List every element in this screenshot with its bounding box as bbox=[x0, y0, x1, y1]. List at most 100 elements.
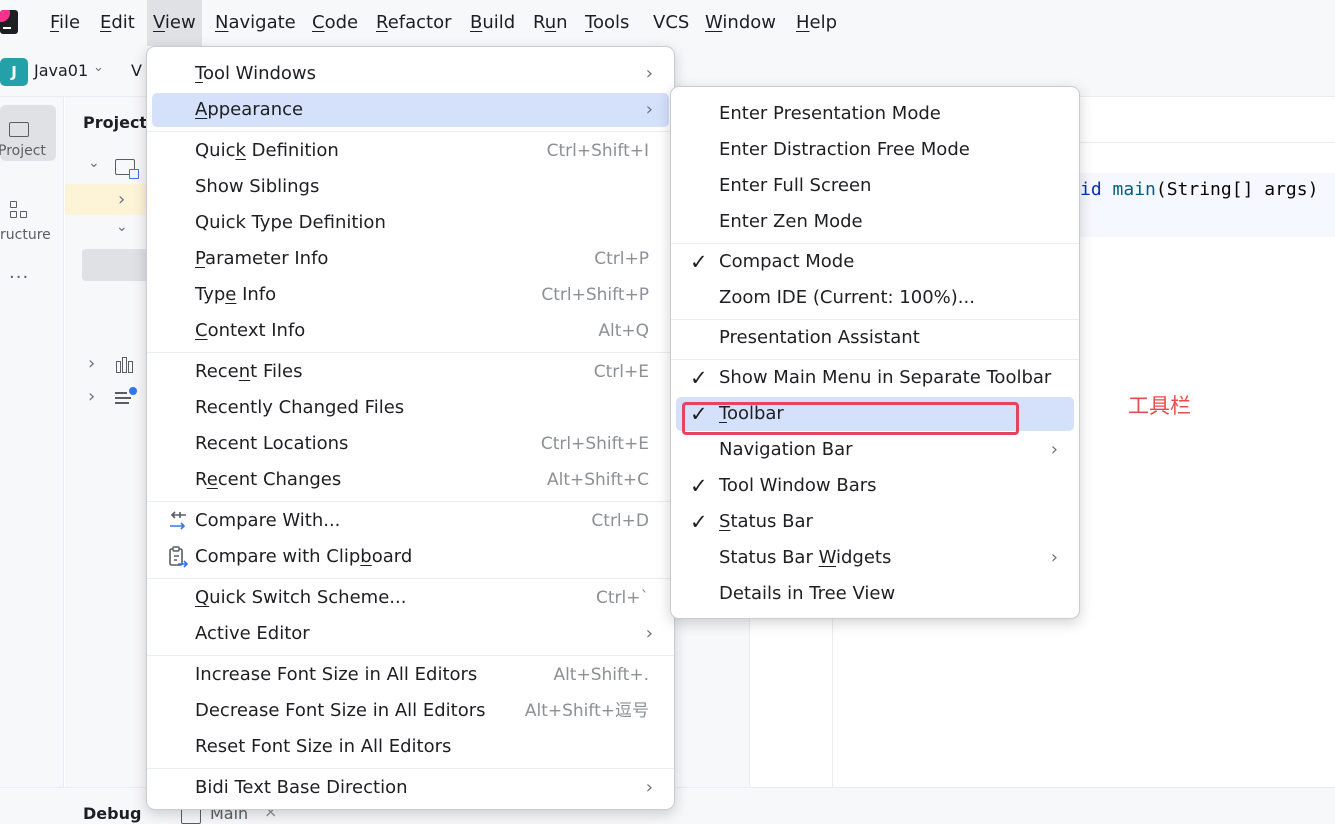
menu-edit[interactable]: Edit bbox=[94, 0, 141, 46]
view-menu-popup: Tool Windows › Appearance › Quick Definition… bbox=[146, 46, 675, 810]
menu-item-enter-distraction-free-mode[interactable]: Enter Distraction Free Mode bbox=[676, 133, 1074, 167]
stripe-label-project: Project bbox=[0, 143, 46, 159]
shortcut-hint: Ctrl+P bbox=[594, 249, 649, 269]
menu-item-label: Details in Tree View bbox=[719, 583, 896, 604]
stripe-label-structure[interactable]: ructure bbox=[0, 227, 51, 243]
clipboard-compare-icon bbox=[166, 546, 190, 568]
menu-item-compare-with[interactable]: Compare With... Ctrl+D bbox=[152, 504, 669, 538]
menu-item-compact-mode[interactable]: ✓ Compact Mode bbox=[676, 245, 1074, 279]
external-libraries-icon bbox=[116, 357, 136, 373]
tool-window-stripe: Project ructure ··· bbox=[0, 97, 64, 824]
menu-item-recent-changes[interactable]: Recent Changes Alt+Shift+C bbox=[152, 463, 669, 497]
vcs-widget[interactable]: V bbox=[131, 61, 142, 80]
menu-separator bbox=[147, 131, 674, 132]
menu-item-label: Enter Presentation Mode bbox=[719, 103, 941, 124]
menu-item-label: Enter Zen Mode bbox=[719, 211, 863, 232]
menu-item-appearance[interactable]: Appearance › bbox=[152, 93, 669, 127]
menu-item-label: Quick Switch Scheme... bbox=[195, 587, 407, 608]
menu-item-label: Compare with Clipboard bbox=[195, 546, 413, 567]
code-keyword: id bbox=[1080, 179, 1113, 200]
menu-build[interactable]: Build bbox=[464, 0, 521, 46]
menu-item-enter-presentation-mode[interactable]: Enter Presentation Mode bbox=[676, 97, 1074, 131]
menu-item-tool-windows[interactable]: Tool Windows › bbox=[152, 57, 669, 91]
menu-item-compare-with-clipboard[interactable]: Compare with Clipboard bbox=[152, 540, 669, 574]
tree-collapse-icon[interactable]: › bbox=[88, 353, 95, 374]
tree-collapse-icon[interactable]: › bbox=[88, 386, 95, 407]
menu-item-navigation-bar[interactable]: Navigation Bar › bbox=[676, 433, 1074, 467]
menu-item-label: Compare With... bbox=[195, 510, 341, 531]
menu-item-reset-font-size-in-all-editors[interactable]: Reset Font Size in All Editors bbox=[152, 730, 669, 764]
menu-item-label: Bidi Text Base Direction bbox=[195, 777, 408, 798]
menu-item-status-bar-widgets[interactable]: Status Bar Widgets › bbox=[676, 541, 1074, 575]
menu-refactor[interactable]: Refactor bbox=[370, 0, 458, 46]
shortcut-hint: Ctrl+D bbox=[591, 511, 649, 531]
menu-item-label: Show Siblings bbox=[195, 176, 320, 197]
menu-tools[interactable]: Tools bbox=[579, 0, 635, 46]
menu-item-presentation-assistant[interactable]: Presentation Assistant bbox=[676, 321, 1074, 355]
menu-item-quick-definition[interactable]: Quick Definition Ctrl+Shift+I bbox=[152, 134, 669, 168]
menu-item-label: Active Editor bbox=[195, 623, 310, 644]
menu-item-bidi-text-base-direction[interactable]: Bidi Text Base Direction › bbox=[152, 771, 669, 805]
menu-separator bbox=[671, 242, 1079, 244]
tree-collapse-icon[interactable]: › bbox=[118, 189, 125, 210]
menu-run[interactable]: Run bbox=[527, 0, 574, 46]
shortcut-hint: Ctrl+` bbox=[596, 588, 649, 608]
menu-item-label: Recently Changed Files bbox=[195, 397, 405, 418]
menu-separator bbox=[147, 768, 674, 769]
menu-item-tool-window-bars[interactable]: ✓ Tool Window Bars bbox=[676, 469, 1074, 503]
menu-item-active-editor[interactable]: Active Editor › bbox=[152, 617, 669, 651]
menu-item-type-info[interactable]: Type Info Ctrl+Shift+P bbox=[152, 278, 669, 312]
stripe-button-project[interactable]: Project bbox=[0, 105, 56, 161]
menu-item-show-main-menu-in-separate-toolbar[interactable]: ✓ Show Main Menu in Separate Toolbar bbox=[676, 361, 1074, 395]
appearance-submenu-popup: Enter Presentation Mode Enter Distraction… bbox=[670, 86, 1080, 619]
menu-item-enter-zen-mode[interactable]: Enter Zen Mode bbox=[676, 205, 1074, 239]
menu-code[interactable]: Code bbox=[306, 0, 364, 46]
project-selector[interactable]: Java01 bbox=[34, 61, 88, 80]
menu-item-zoom-ide-current-100[interactable]: Zoom IDE (Current: 100%)... bbox=[676, 281, 1074, 315]
menu-item-enter-full-screen[interactable]: Enter Full Screen bbox=[676, 169, 1074, 203]
menu-item-recently-changed-files[interactable]: Recently Changed Files bbox=[152, 391, 669, 425]
menu-item-label: Tool Windows bbox=[195, 63, 317, 84]
menu-item-recent-files[interactable]: Recent Files Ctrl+E bbox=[152, 355, 669, 389]
code-params: (String[] args) bbox=[1155, 179, 1319, 200]
shortcut-hint: Ctrl+E bbox=[593, 362, 649, 382]
menu-item-show-siblings[interactable]: Show Siblings bbox=[152, 170, 669, 204]
tree-expand-icon[interactable]: ⌄ bbox=[116, 219, 128, 235]
chevron-right-icon: › bbox=[645, 63, 653, 84]
menu-window[interactable]: Window bbox=[699, 0, 782, 46]
chevron-down-icon[interactable]: ⌄ bbox=[93, 60, 104, 75]
tree-expand-icon[interactable]: ⌄ bbox=[88, 155, 100, 171]
menu-item-decrease-font-size-in-all-editors[interactable]: Decrease Font Size in All Editors Alt+Shi… bbox=[152, 694, 669, 728]
menu-separator bbox=[671, 358, 1079, 360]
checkmark-icon: ✓ bbox=[690, 510, 708, 534]
menu-navigate[interactable]: Navigate bbox=[209, 0, 302, 46]
compare-arrows-icon bbox=[166, 510, 190, 532]
shortcut-hint: Ctrl+Shift+P bbox=[541, 285, 649, 305]
more-icon[interactable]: ··· bbox=[9, 267, 29, 288]
menu-item-parameter-info[interactable]: Parameter Info Ctrl+P bbox=[152, 242, 669, 276]
menu-item-quick-switch-scheme[interactable]: Quick Switch Scheme... Ctrl+` bbox=[152, 581, 669, 615]
chevron-right-icon: › bbox=[1050, 547, 1058, 568]
menu-item-label: Quick Definition bbox=[195, 140, 339, 161]
menu-item-context-info[interactable]: Context Info Alt+Q bbox=[152, 314, 669, 348]
shortcut-hint: Alt+Q bbox=[598, 321, 649, 341]
intellij-logo-icon[interactable] bbox=[0, 10, 18, 34]
menu-item-recent-locations[interactable]: Recent Locations Ctrl+Shift+E bbox=[152, 427, 669, 461]
menu-help[interactable]: Help bbox=[790, 0, 843, 46]
menu-item-status-bar[interactable]: ✓ Status Bar bbox=[676, 505, 1074, 539]
checkmark-icon: ✓ bbox=[690, 366, 708, 390]
menu-vcs[interactable]: VCS bbox=[647, 0, 695, 46]
project-badge-icon[interactable]: J bbox=[0, 58, 28, 86]
menu-item-label: Status Bar bbox=[719, 511, 813, 532]
menu-item-details-in-tree-view[interactable]: Details in Tree View bbox=[676, 577, 1074, 611]
menu-item-increase-font-size-in-all-editors[interactable]: Increase Font Size in All Editors Alt+Shi… bbox=[152, 658, 669, 692]
menu-item-toolbar[interactable]: ✓ Toolbar bbox=[676, 397, 1074, 431]
menu-view[interactable]: View bbox=[147, 0, 202, 46]
structure-icon[interactable] bbox=[10, 201, 30, 219]
chevron-right-icon: › bbox=[645, 99, 653, 120]
menu-separator bbox=[147, 578, 674, 579]
code-line[interactable]: id main(String[] args) bbox=[1080, 179, 1318, 200]
menu-item-label: Toolbar bbox=[719, 403, 784, 424]
menu-item-quick-type-definition[interactable]: Quick Type Definition bbox=[152, 206, 669, 240]
menu-file[interactable]: File bbox=[44, 0, 86, 46]
